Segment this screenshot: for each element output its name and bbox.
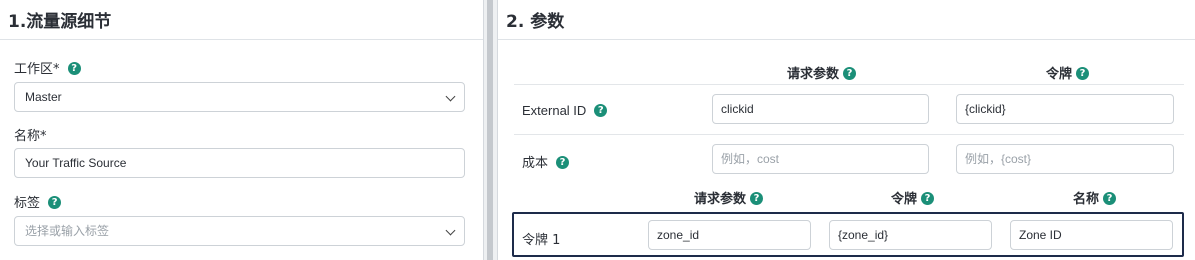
column-header-label: 名称: [1073, 192, 1100, 207]
column-header-label: 请求参数: [694, 192, 747, 207]
help-icon[interactable]: ?: [921, 192, 935, 205]
tags-placeholder: 选择或输入标签: [25, 224, 110, 238]
column-header-name: 名称?: [1073, 188, 1117, 207]
panel-header: 2. 参数: [498, 0, 1195, 40]
panel-header: 1.流量源细节: [0, 0, 483, 40]
input-value: {clickid}: [965, 102, 1006, 116]
chevron-down-icon: [445, 91, 456, 102]
help-icon[interactable]: ?: [1076, 67, 1090, 80]
cost-token-input[interactable]: 例如，{cost}: [956, 144, 1174, 174]
input-value: zone_id: [657, 228, 700, 242]
help-icon[interactable]: ?: [1103, 192, 1117, 205]
external-id-token-input[interactable]: {clickid}: [956, 94, 1174, 124]
token-1-token-input[interactable]: {zone_id}: [829, 220, 992, 250]
column-header-request-param: 请求参数?: [787, 63, 857, 82]
column-header-token: 令牌?: [891, 188, 935, 207]
input-value: clickid: [721, 102, 754, 116]
help-icon[interactable]: ?: [594, 104, 608, 118]
row-label-cost: 成本?: [522, 152, 570, 171]
column-header-label: 令牌: [891, 192, 918, 207]
name-input[interactable]: Your Traffic Source: [14, 148, 465, 178]
external-id-param-input[interactable]: clickid: [712, 94, 929, 124]
table-divider: [514, 134, 1184, 135]
row-label-text: 成本: [522, 156, 549, 171]
chevron-down-icon: [445, 225, 456, 236]
column-header-label: 令牌: [1046, 67, 1073, 82]
workspace-select[interactable]: Master: [14, 82, 465, 112]
input-value: Zone ID: [1019, 228, 1062, 242]
cost-param-input[interactable]: 例如，cost: [712, 144, 929, 174]
row-label-external-id: External ID?: [522, 103, 608, 118]
panel-title: 2. 参数: [506, 12, 565, 32]
help-icon[interactable]: ?: [843, 67, 857, 80]
name-label-row: 名称*: [14, 125, 47, 144]
table-divider: [514, 84, 1184, 85]
workspace-value: Master: [25, 90, 62, 104]
input-placeholder: 例如，cost: [721, 152, 780, 166]
row-label-token-1: 令牌 1: [522, 229, 560, 248]
traffic-source-details-panel: 1.流量源细节 工作区* ? Master 名称* Your Traffic S…: [0, 0, 484, 260]
column-header-token: 令牌?: [1046, 63, 1090, 82]
panel-title: 1.流量源细节: [8, 12, 112, 32]
column-header-label: 请求参数: [787, 67, 840, 82]
help-icon[interactable]: ?: [48, 196, 62, 209]
input-value: {zone_id}: [838, 228, 889, 242]
tags-select[interactable]: 选择或输入标签: [14, 216, 465, 246]
row-label-text: External ID: [522, 103, 587, 118]
row-label-text: 令牌 1: [522, 233, 561, 248]
help-icon[interactable]: ?: [750, 192, 764, 205]
tags-label-row: 标签 ?: [14, 192, 62, 211]
column-header-request-param: 请求参数?: [694, 188, 764, 207]
panel-resize-handle[interactable]: [484, 0, 497, 260]
workspace-label-row: 工作区* ?: [14, 58, 81, 77]
token-1-param-input[interactable]: zone_id: [648, 220, 811, 250]
help-icon[interactable]: ?: [556, 156, 570, 169]
name-label: 名称*: [14, 129, 47, 144]
input-placeholder: 例如，{cost}: [965, 152, 1032, 166]
name-value: Your Traffic Source: [25, 156, 127, 170]
workspace-label: 工作区*: [14, 62, 60, 77]
help-icon[interactable]: ?: [67, 62, 81, 75]
tags-label: 标签: [14, 196, 41, 211]
token-1-name-input[interactable]: Zone ID: [1010, 220, 1173, 250]
resize-grip[interactable]: [487, 0, 493, 260]
